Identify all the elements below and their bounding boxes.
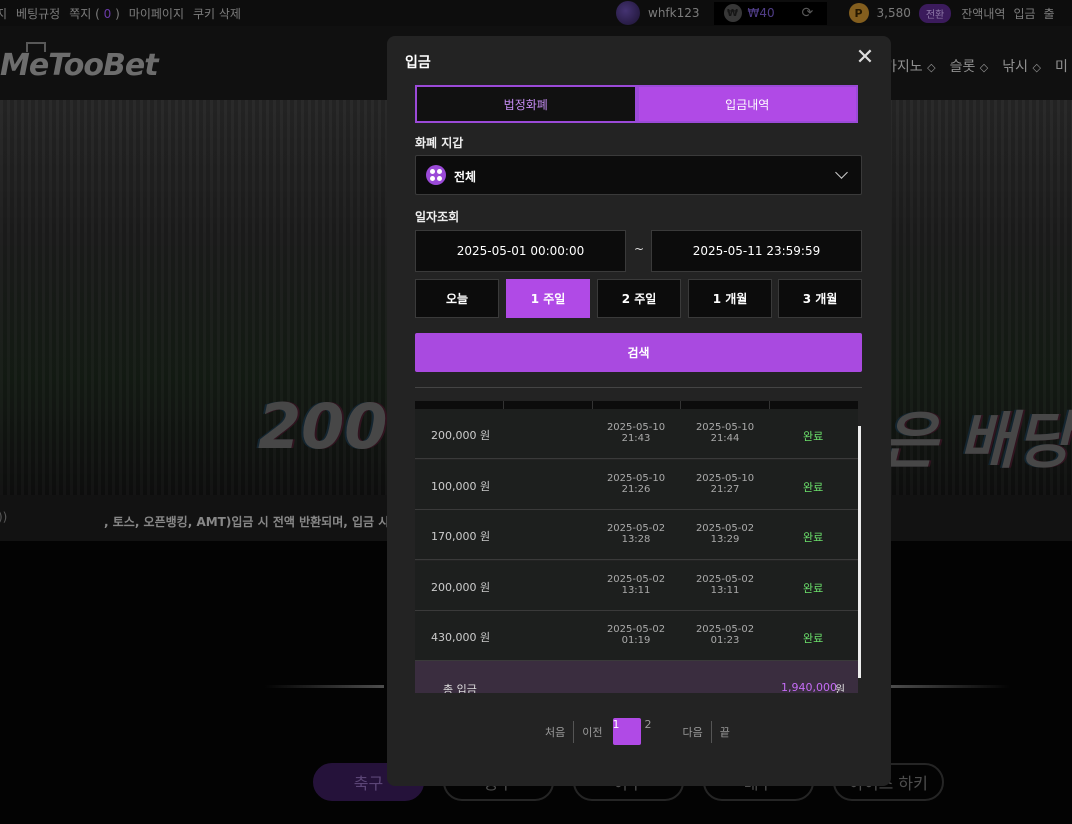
tab-deposit-history[interactable]: 입금내역: [636, 85, 858, 123]
table-row: 200,000 원 2025-05-10 21:43 2025-05-10 21:4…: [415, 409, 858, 459]
page-number-1[interactable]: 1: [612, 718, 641, 745]
request-time: 21:26: [621, 484, 651, 495]
row-status: 완료: [803, 582, 824, 595]
close-icon[interactable]: ✕: [854, 47, 876, 69]
modal-tabs: 법정화폐 입금내역: [415, 85, 858, 123]
deposit-history-table[interactable]: 200,000 원 2025-05-10 21:43 2025-05-10 21:4…: [415, 401, 862, 693]
row-status: 완료: [803, 481, 824, 494]
total-value: 1,940,000: [781, 681, 837, 693]
row-complete-time: 2025-05-02 13:29: [690, 523, 760, 545]
request-date: 2025-05-02: [606, 624, 666, 635]
deposit-modal: 입금 ✕ 법정화폐 입금내역 화폐 지갑 전체 일자조회 2025-05-01 …: [387, 36, 891, 786]
table-scrollbar[interactable]: [858, 426, 861, 678]
row-request-time: 2025-05-10 21:43: [601, 422, 671, 444]
table-row: 100,000 원 2025-05-10 21:26 2025-05-10 21:2…: [415, 460, 858, 510]
complete-date: 2025-05-02: [695, 523, 755, 534]
search-button[interactable]: 검색: [415, 333, 862, 372]
row-amount: 200,000 원: [431, 581, 491, 594]
total-label: 총 입금: [443, 683, 477, 693]
table-row: 430,000 원 2025-05-02 01:19 2025-05-02 01:2…: [415, 611, 858, 661]
complete-time: 13:11: [710, 585, 740, 596]
request-time: 13:28: [621, 534, 651, 545]
page-last[interactable]: 끝: [712, 724, 738, 740]
request-date: 2025-05-02: [606, 523, 666, 534]
complete-date: 2025-05-10: [695, 422, 755, 433]
page-root: 지 베팅규정 쪽지 ( 0 ) 마이페이지 쿠키 삭제 whfk123 ₩ ₩4…: [0, 0, 1072, 824]
row-amount: 170,000 원: [431, 530, 491, 543]
page-prev[interactable]: 이전: [574, 724, 610, 740]
complete-time: 21:44: [710, 433, 740, 444]
modal-title: 입금: [405, 55, 431, 71]
row-status: 완료: [803, 531, 824, 544]
complete-date: 2025-05-02: [695, 574, 755, 585]
row-complete-time: 2025-05-02 13:11: [690, 574, 760, 596]
quick-today-button[interactable]: 오늘: [415, 279, 499, 318]
row-request-time: 2025-05-10 21:26: [601, 473, 671, 495]
request-date: 2025-05-10: [606, 473, 666, 484]
date-range-tilde: ~: [634, 242, 645, 256]
row-complete-time: 2025-05-10 21:27: [690, 473, 760, 495]
row-status: 완료: [803, 430, 824, 443]
row-amount: 100,000 원: [431, 480, 491, 493]
wallet-select[interactable]: 전체: [415, 155, 862, 195]
complete-time: 21:27: [710, 484, 740, 495]
tab-fiat[interactable]: 법정화폐: [415, 85, 637, 123]
complete-date: 2025-05-02: [695, 624, 755, 635]
row-amount: 430,000 원: [431, 631, 491, 644]
date-to-input[interactable]: 2025-05-11 23:59:59: [651, 230, 862, 272]
row-status: 완료: [803, 632, 824, 645]
quick-3month-button[interactable]: 3 개월: [778, 279, 862, 318]
quick-1week-button[interactable]: 1 주일: [506, 279, 590, 318]
divider: [415, 387, 862, 388]
total-row: 총 입금 1,940,000 원: [415, 661, 858, 693]
row-complete-time: 2025-05-02 01:23: [690, 624, 760, 646]
complete-time: 13:29: [710, 534, 740, 545]
wallet-select-value: 전체: [454, 170, 477, 184]
row-request-time: 2025-05-02 01:19: [601, 624, 671, 646]
chevron-down-icon: [835, 166, 848, 179]
page-number-2[interactable]: 2: [645, 718, 673, 745]
request-date: 2025-05-02: [606, 574, 666, 585]
date-from-input[interactable]: 2025-05-01 00:00:00: [415, 230, 626, 272]
row-request-time: 2025-05-02 13:11: [601, 574, 671, 596]
all-currencies-icon: [426, 165, 446, 185]
table-row: 200,000 원 2025-05-02 13:11 2025-05-02 13:1…: [415, 561, 858, 611]
complete-time: 01:23: [710, 635, 740, 646]
page-next[interactable]: 다음: [675, 724, 711, 740]
date-label: 일자조회: [415, 210, 460, 224]
page-first[interactable]: 처음: [537, 724, 573, 740]
request-time: 01:19: [621, 635, 651, 646]
row-request-time: 2025-05-02 13:28: [601, 523, 671, 545]
complete-date: 2025-05-10: [695, 473, 755, 484]
quick-2week-button[interactable]: 2 주일: [597, 279, 681, 318]
request-date: 2025-05-10: [606, 422, 666, 433]
row-amount: 200,000 원: [431, 429, 491, 442]
quick-1month-button[interactable]: 1 개월: [688, 279, 772, 318]
request-time: 13:11: [621, 585, 651, 596]
request-time: 21:43: [621, 433, 651, 444]
pagination: 처음 이전 1 2 다음 끝: [537, 718, 738, 745]
table-header: [415, 401, 858, 409]
total-unit: 원: [835, 683, 846, 693]
table-row: 170,000 원 2025-05-02 13:28 2025-05-02 13:2…: [415, 510, 858, 560]
row-complete-time: 2025-05-10 21:44: [690, 422, 760, 444]
wallet-label: 화폐 지갑: [415, 136, 464, 150]
